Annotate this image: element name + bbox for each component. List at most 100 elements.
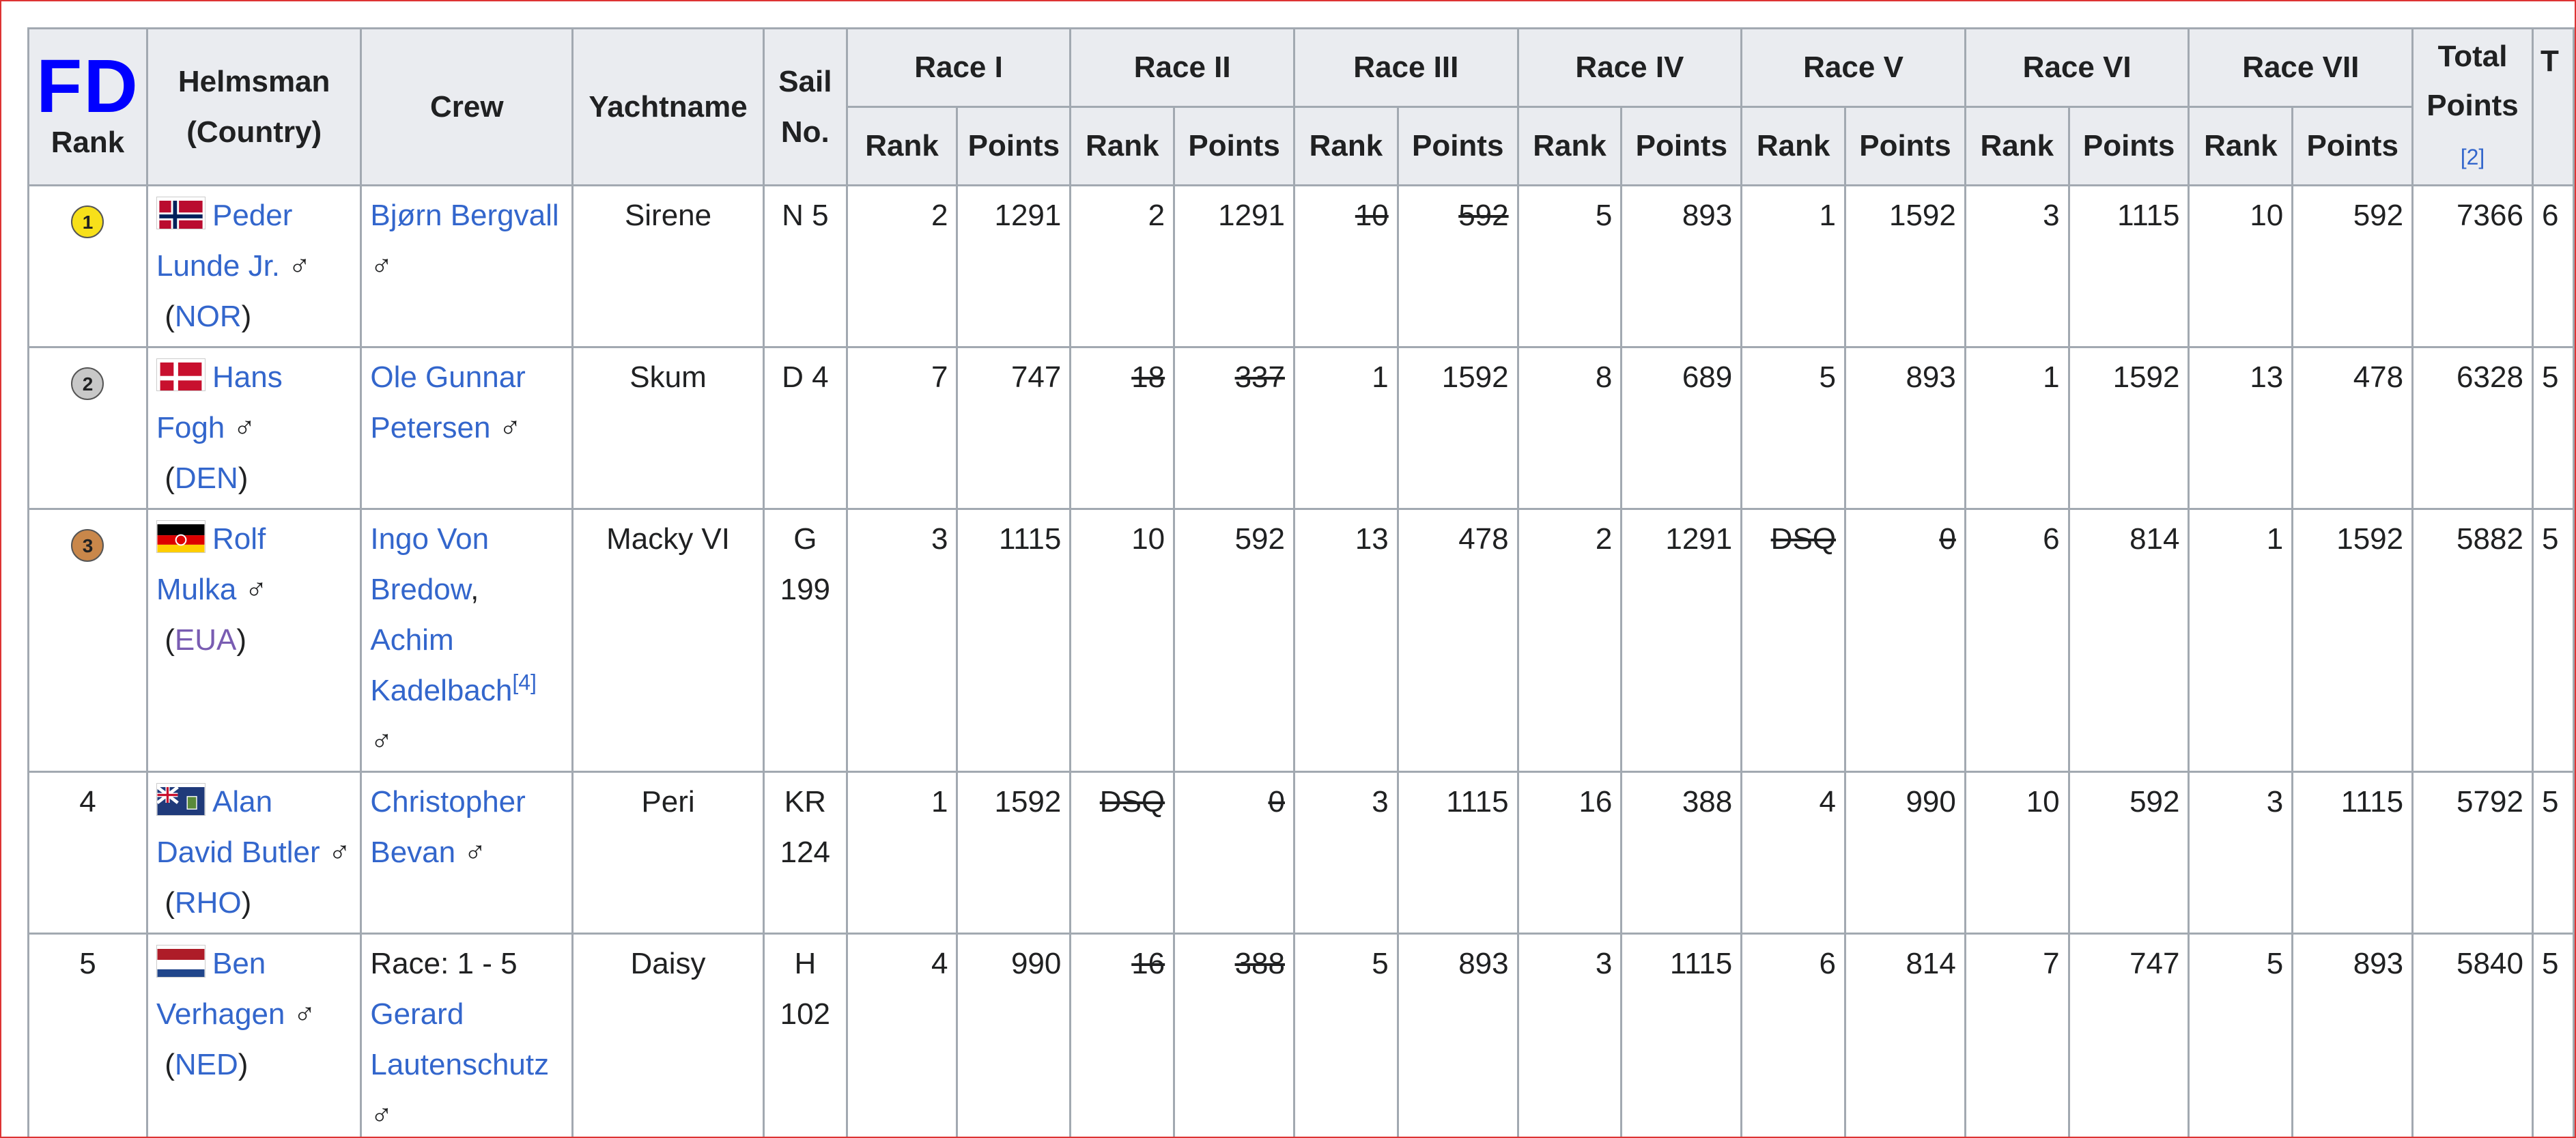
race-2-points-header: Points: [1173, 106, 1295, 186]
race-5-rank-cell: 4: [1740, 771, 1847, 935]
crew-link[interactable]: Bjørn Bergvall: [370, 199, 558, 232]
race-4-points-cell: 893: [1620, 184, 1743, 348]
race-4-rank-header: Rank: [1516, 106, 1623, 186]
race-6-rank-cell: 10: [1964, 771, 2070, 935]
crew-cell: Christopher Bevan ♂: [360, 771, 574, 935]
race-6-points-cell: 592: [2067, 771, 2190, 935]
race-7-points-cell: 592: [2291, 184, 2414, 348]
rho-flag-icon: [156, 783, 206, 816]
race-7-rank-cell: 13: [2188, 346, 2294, 510]
rank-cell: 1: [27, 184, 148, 348]
crew-cell: Race: 1 - 5 Gerard Lautenschutz ♂: [360, 933, 574, 1137]
crew-link[interactable]: Christopher Bevan: [370, 785, 525, 869]
crew-cell: Ole Gunnar Petersen ♂: [360, 346, 574, 510]
race-5-rank-header: Rank: [1740, 106, 1847, 186]
race-3-rank-cell: 10: [1292, 184, 1399, 348]
total-points-cell: 5792: [2411, 771, 2534, 935]
helmsman-cell: Peder Lunde Jr. ♂ (NOR): [145, 184, 363, 348]
race-5-points-cell: 1592: [1844, 184, 1966, 348]
country-link[interactable]: EUA: [175, 623, 236, 657]
race-2-rank-cell: 16: [1069, 933, 1176, 1137]
race-1-points-header: Points: [956, 106, 1072, 186]
race-4-header: Race IV: [1516, 27, 1743, 108]
race-7-rank-cell: 5: [2188, 933, 2294, 1137]
crew-link-2[interactable]: Achim Kadelbach: [370, 623, 512, 707]
race-1-points-cell: 990: [956, 933, 1072, 1137]
race-2-points-cell: 337: [1173, 346, 1295, 510]
cut-off-cell: 6: [2531, 184, 2575, 348]
race-7-points-cell: 1592: [2291, 508, 2414, 773]
den-flag-icon: [156, 358, 206, 391]
helmsman-cell: Alan David Butler ♂ (RHO): [145, 771, 363, 935]
race-7-points-cell: 1115: [2291, 771, 2414, 935]
race-2-rank-cell: 18: [1069, 346, 1176, 510]
total-points-ref-link[interactable]: [2]: [2461, 145, 2485, 169]
country-link[interactable]: RHO: [175, 886, 242, 920]
race-3-rank-header: Rank: [1292, 106, 1399, 186]
helmsman-header: Helmsman (Country): [145, 27, 363, 186]
country-link[interactable]: NOR: [175, 300, 242, 333]
table-row: 4 Alan David Butler ♂ (RHO) Christopher Be…: [27, 771, 2575, 935]
race-4-rank-cell: 2: [1516, 508, 1623, 773]
sail-no-cell: N 5: [762, 184, 848, 348]
race-2-rank-cell: DSQ: [1069, 771, 1176, 935]
crew-link[interactable]: Gerard Lautenschutz: [370, 997, 549, 1081]
ned-flag-icon: [156, 945, 206, 978]
cut-off-cell: 5: [2531, 771, 2575, 935]
race-7-points-header: Points: [2291, 106, 2414, 186]
race-2-points-cell: 388: [1173, 933, 1295, 1137]
nor-flag-icon: [156, 197, 206, 229]
helmsman-cell: Rolf Mulka ♂ (EUA): [145, 508, 363, 773]
crew-header: Crew: [360, 27, 574, 186]
race-6-points-header: Points: [2067, 106, 2190, 186]
yacht-name-cell: Peri: [571, 771, 765, 935]
male-symbol-icon: ♂: [464, 836, 487, 869]
race-3-points-cell: 1115: [1396, 771, 1519, 935]
race-6-rank-header: Rank: [1964, 106, 2070, 186]
race-6-header: Race VI: [1964, 27, 2190, 108]
race-7-points-cell: 478: [2291, 346, 2414, 510]
country-link[interactable]: DEN: [175, 461, 238, 495]
country-link[interactable]: NED: [175, 1048, 238, 1081]
race-3-rank-cell: 1: [1292, 346, 1399, 510]
race-3-rank-cell: 13: [1292, 508, 1399, 773]
cut-off-cell: 5: [2531, 508, 2575, 773]
sail-no-header: Sail No.: [762, 27, 848, 186]
race-3-rank-cell: 5: [1292, 933, 1399, 1137]
race-3-points-cell: 1592: [1396, 346, 1519, 510]
race-1-points-cell: 1115: [956, 508, 1072, 773]
total-points-cell: 6328: [2411, 346, 2534, 510]
race-6-points-cell: 1592: [2067, 346, 2190, 510]
race-4-points-cell: 689: [1620, 346, 1743, 510]
total-points-cell: 5882: [2411, 508, 2534, 773]
race-7-points-cell: 893: [2291, 933, 2414, 1137]
race-6-points-cell: 1115: [2067, 184, 2190, 348]
race-1-rank-cell: 4: [845, 933, 959, 1137]
race-3-points-cell: 592: [1396, 184, 1519, 348]
helmsman-cell: Hans Fogh ♂ (DEN): [145, 346, 363, 510]
crew-ref-link[interactable]: [4]: [512, 670, 537, 694]
race-2-points-cell: 0: [1173, 771, 1295, 935]
total-points-cell: 7366: [2411, 184, 2534, 348]
race-5-points-cell: 0: [1844, 508, 1966, 773]
male-symbol-icon: ♂: [244, 573, 268, 606]
race-1-points-cell: 747: [956, 346, 1072, 510]
race-3-points-header: Points: [1396, 106, 1519, 186]
race-5-points-cell: 814: [1844, 933, 1966, 1137]
race-1-points-cell: 1592: [956, 771, 1072, 935]
race-7-rank-header: Rank: [2188, 106, 2294, 186]
yachtname-header: Yachtname: [571, 27, 765, 186]
total-points-header: Total Points [2]: [2411, 27, 2534, 186]
sail-no-cell: D 4: [762, 346, 848, 510]
race-6-rank-cell: 3: [1964, 184, 2070, 348]
crew-separator: ,: [470, 573, 479, 606]
male-symbol-icon: ♂: [233, 411, 256, 444]
race-7-header: Race VII: [2188, 27, 2414, 108]
yacht-name-cell: Daisy: [571, 933, 765, 1137]
race-4-rank-cell: 5: [1516, 184, 1623, 348]
race-6-rank-cell: 7: [1964, 933, 2070, 1137]
race-5-rank-cell: DSQ: [1740, 508, 1847, 773]
yacht-name-cell: Sirene: [571, 184, 765, 348]
rank-header: FD Rank: [27, 27, 148, 186]
race-3-header: Race III: [1292, 27, 1519, 108]
